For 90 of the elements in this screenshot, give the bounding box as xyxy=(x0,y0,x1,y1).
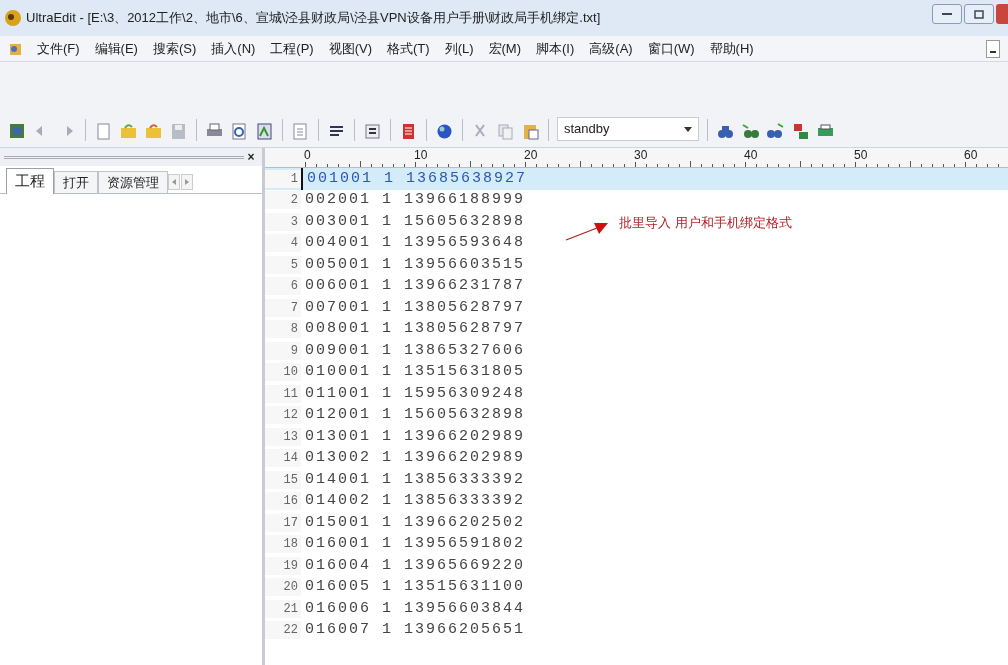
ruler-label: 40 xyxy=(744,148,758,162)
line-number: 17 xyxy=(265,513,301,532)
line-number: 13 xyxy=(265,427,301,446)
line-number: 19 xyxy=(265,556,301,575)
left-arrow-icon xyxy=(172,179,176,185)
panel-tab[interactable]: 资源管理 xyxy=(98,171,168,193)
line-number: 1 xyxy=(265,169,301,188)
code-line: 016006 1 13956603844 xyxy=(304,598,526,619)
code-line: 016001 1 13956591802 xyxy=(304,534,526,554)
menu-item[interactable]: 视图(V) xyxy=(328,38,373,59)
code-line: 001001 1 13685638927 xyxy=(301,167,528,190)
minimize-document-button[interactable] xyxy=(986,39,1000,58)
line-number: 22 xyxy=(265,621,301,640)
print-preview-icon[interactable] xyxy=(230,122,249,141)
line-number: 11 xyxy=(265,384,301,403)
line-number: 14 xyxy=(265,449,301,468)
line-number: 10 xyxy=(265,363,301,382)
menu-item[interactable]: 插入(N) xyxy=(211,38,256,59)
panel-tab[interactable]: 打开 xyxy=(54,171,98,193)
line-number: 8 xyxy=(265,320,301,339)
menu-item[interactable]: 搜索(S) xyxy=(152,38,197,59)
line-number: 12 xyxy=(265,406,301,425)
line-number: 21 xyxy=(265,599,301,618)
code-line: 008001 1 13805628797 xyxy=(304,319,526,339)
ruler-label: 50 xyxy=(854,148,868,162)
code-line: 012001 1 15605632898 xyxy=(304,405,526,425)
menu-item[interactable]: 窗口(W) xyxy=(647,38,695,59)
menu-item[interactable]: 文件(F) xyxy=(37,38,80,59)
line-number: 6 xyxy=(265,277,301,296)
code-line: 016005 1 13515631100 xyxy=(304,577,526,597)
annotation-text: 批里导入 用户和手机绑定格式 xyxy=(619,214,792,232)
dropdown[interactable]: standby xyxy=(557,117,699,141)
window-title: UltraEdit - [E:\3、2012工作\2、地市\6、宣城\泾县财政局\泾县VPN设备用户手册\财政局手机绑定.txt] xyxy=(26,9,602,28)
ruler-label: 10 xyxy=(414,148,428,162)
code-line: 016007 1 13966205651 xyxy=(304,620,526,640)
code-line: 005001 1 13956603515 xyxy=(304,254,526,275)
code-line: 014001 1 13856333392 xyxy=(304,469,526,490)
menu-item[interactable]: 脚本(I) xyxy=(536,38,575,59)
line-number: 15 xyxy=(265,470,301,489)
workspace-icon[interactable] xyxy=(8,122,27,141)
line-number: 9 xyxy=(265,341,301,360)
code-line: 010001 1 13515631805 xyxy=(304,362,526,382)
maximize-icon xyxy=(974,9,984,19)
scroll-right-button[interactable] xyxy=(181,174,193,190)
line-number: 20 xyxy=(265,578,301,597)
line-number: 3 xyxy=(265,212,301,231)
panel-tab[interactable]: 工程 xyxy=(6,168,54,194)
minimize-icon xyxy=(942,12,952,16)
line-number: 16 xyxy=(265,492,301,511)
code-line: 002001 1 13966188999 xyxy=(304,190,526,210)
code-line: 011001 1 15956309248 xyxy=(304,383,526,404)
dropdown-value: standby xyxy=(564,120,610,139)
code-line: 014002 1 13856333392 xyxy=(304,491,526,511)
ruler-label: 20 xyxy=(524,148,538,162)
code-line: 013001 1 13966202989 xyxy=(304,426,526,447)
caret-icon xyxy=(684,126,692,132)
menu-item[interactable]: 帮助(H) xyxy=(709,38,754,59)
app-logo-icon xyxy=(4,9,22,27)
menu-item[interactable]: 编辑(E) xyxy=(94,38,138,59)
line-number: 5 xyxy=(265,255,301,274)
menu-item[interactable]: 格式(T) xyxy=(387,38,430,59)
code-line: 009001 1 13865327606 xyxy=(304,340,526,361)
open-folder-icon[interactable] xyxy=(119,122,138,141)
code-line: 016004 1 13965669220 xyxy=(304,555,526,576)
scroll-left-button[interactable] xyxy=(168,174,180,190)
close-panel-button[interactable]: × xyxy=(244,151,258,163)
line-number: 7 xyxy=(265,298,301,317)
line-number: 4 xyxy=(265,234,301,253)
ruler-label: 0 xyxy=(304,148,311,162)
right-arrow-icon xyxy=(185,179,189,185)
code-line: 007001 1 13805628797 xyxy=(304,297,526,318)
menu-item[interactable]: 宏(M) xyxy=(488,38,522,59)
line-number: 2 xyxy=(265,191,301,210)
open-folder-icon[interactable] xyxy=(144,122,163,141)
globe-icon[interactable] xyxy=(435,122,454,141)
minimize-icon xyxy=(990,50,996,53)
minimize-button[interactable] xyxy=(932,4,962,24)
code-line: 013002 1 13966202989 xyxy=(304,448,526,468)
code-line: 006001 1 13966231787 xyxy=(304,276,526,296)
paste-icon[interactable] xyxy=(521,122,540,141)
menu-item[interactable]: 高级(A) xyxy=(589,38,633,59)
line-number: 18 xyxy=(265,535,301,554)
menu-item[interactable]: 列(L) xyxy=(444,38,474,59)
ruler-label: 60 xyxy=(964,148,978,162)
maximize-button[interactable] xyxy=(964,4,994,24)
menu-item[interactable]: 工程(P) xyxy=(270,38,314,59)
code-line: 015001 1 13966202502 xyxy=(304,512,526,533)
ruler-label: 30 xyxy=(634,148,648,162)
code-line: 003001 1 15605632898 xyxy=(304,211,526,232)
code-line: 004001 1 13956593648 xyxy=(304,233,526,253)
